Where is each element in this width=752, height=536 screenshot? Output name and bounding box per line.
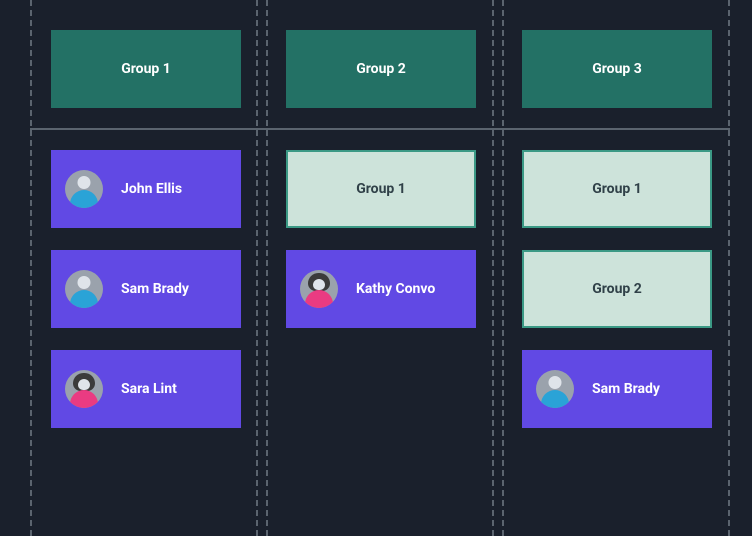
- group-header-3-label: Group 3: [592, 61, 642, 77]
- avatar-icon: [65, 370, 103, 408]
- avatar-icon: [300, 270, 338, 308]
- group-header-1-label: Group 1: [121, 61, 171, 77]
- header-separator: [30, 128, 730, 130]
- group-ref-card[interactable]: Group 2: [522, 250, 712, 328]
- avatar-icon: [65, 270, 103, 308]
- member-card[interactable]: Sara Lint: [51, 350, 241, 428]
- avatar-icon: [65, 170, 103, 208]
- group-header-3[interactable]: Group 3: [522, 30, 712, 108]
- member-card[interactable]: Kathy Convo: [286, 250, 476, 328]
- member-name: Sam Brady: [592, 381, 660, 397]
- avatar-icon: [536, 370, 574, 408]
- group-header-1[interactable]: Group 1: [51, 30, 241, 108]
- group-ref-label: Group 1: [592, 181, 642, 197]
- member-name: Kathy Convo: [356, 281, 435, 297]
- group-ref-card[interactable]: Group 1: [522, 150, 712, 228]
- member-name: Sam Brady: [121, 281, 189, 297]
- member-card[interactable]: Sam Brady: [51, 250, 241, 328]
- member-name: Sara Lint: [121, 381, 177, 397]
- member-card[interactable]: John Ellis: [51, 150, 241, 228]
- group-ref-label: Group 1: [356, 181, 406, 197]
- member-card[interactable]: Sam Brady: [522, 350, 712, 428]
- group-header-2-label: Group 2: [356, 61, 406, 77]
- group-ref-card[interactable]: Group 1: [286, 150, 476, 228]
- member-name: John Ellis: [121, 181, 182, 197]
- group-header-2[interactable]: Group 2: [286, 30, 476, 108]
- group-ref-label: Group 2: [592, 281, 642, 297]
